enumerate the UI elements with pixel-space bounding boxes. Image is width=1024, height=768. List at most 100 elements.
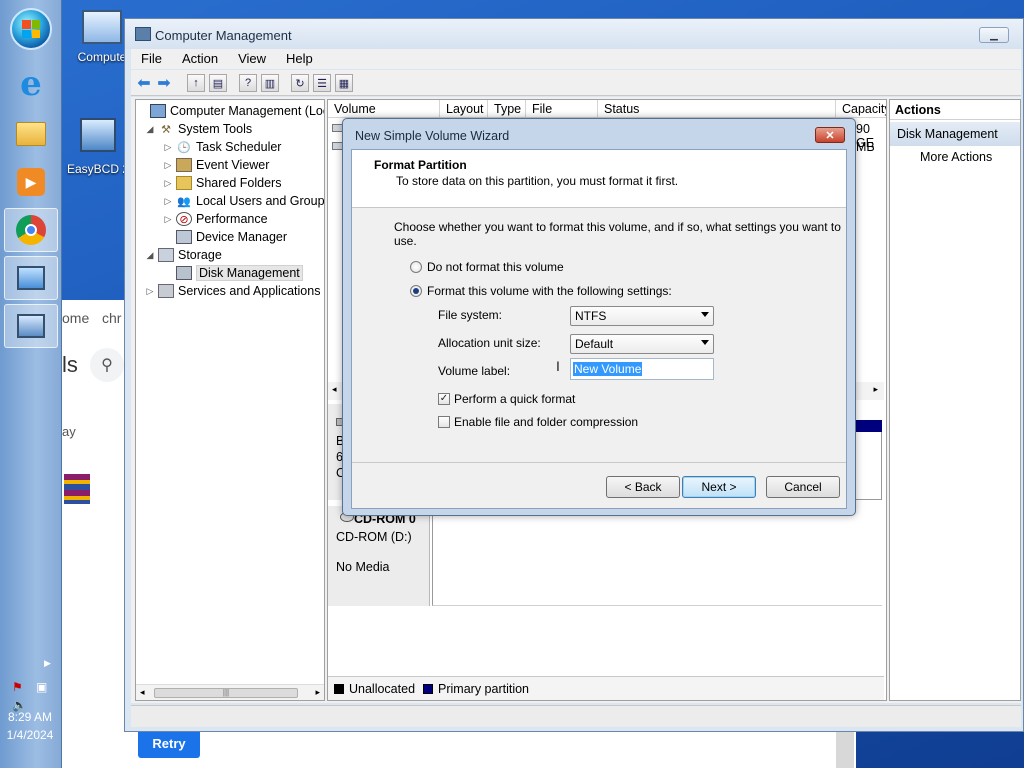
- column-header-capacity[interactable]: Capacity: [836, 100, 886, 118]
- scroll-left-icon[interactable]: ◂: [332, 384, 337, 395]
- taskbar-easybcd-button[interactable]: [4, 256, 58, 300]
- new-simple-volume-wizard: New Simple Volume Wizard ✕ Format Partit…: [342, 118, 856, 516]
- forward-arrow-icon[interactable]: ➡: [155, 74, 173, 92]
- clock-time[interactable]: 8:29 AM: [0, 710, 60, 724]
- tools-icon: ⚒: [161, 123, 171, 136]
- browser-scrollbar[interactable]: [836, 730, 854, 768]
- start-button[interactable]: [10, 8, 52, 50]
- tree-item-label: Local Users and Groups: [196, 194, 325, 208]
- checkbox-checked[interactable]: ✓: [438, 393, 450, 405]
- file-system-select[interactable]: NTFS: [570, 306, 714, 326]
- quick-format-checkbox-row[interactable]: ✓ Perform a quick format: [438, 392, 575, 406]
- column-header-file-system[interactable]: File System: [526, 100, 598, 130]
- refresh-icon[interactable]: ↻: [291, 74, 309, 92]
- network-icon[interactable]: ▣: [36, 680, 47, 694]
- tree-item-computer-management[interactable]: Computer Management (Local: [136, 102, 324, 120]
- collapse-arrow-icon[interactable]: ◢: [144, 250, 156, 261]
- scroll-right-icon[interactable]: ▸: [315, 687, 320, 698]
- tree-item-disk-management[interactable]: Disk Management: [162, 264, 303, 282]
- clock-date[interactable]: 1/4/2024: [0, 728, 60, 742]
- column-header-type[interactable]: Type: [488, 100, 526, 118]
- primary-partition-bar[interactable]: [852, 420, 882, 432]
- menu-file[interactable]: File: [131, 49, 172, 69]
- minimize-button[interactable]: ▁: [979, 27, 1009, 43]
- help-icon[interactable]: ?: [239, 74, 257, 92]
- expand-arrow-icon[interactable]: ▷: [162, 178, 174, 189]
- tree-item-device-manager[interactable]: Device Manager: [162, 228, 287, 246]
- computer-management-icon: [17, 314, 45, 338]
- actions-section-disk-management[interactable]: Disk Management: [890, 122, 1020, 146]
- tree-item-local-users-groups[interactable]: ▷ 👥 Local Users and Groups: [162, 192, 325, 210]
- menu-action[interactable]: Action: [172, 49, 228, 69]
- compression-checkbox-row[interactable]: Enable file and folder compression: [438, 415, 638, 429]
- taskbar-explorer-button[interactable]: [4, 112, 58, 156]
- checkbox-unchecked[interactable]: [438, 416, 450, 428]
- menu-view[interactable]: View: [228, 49, 276, 69]
- disk-partition-area[interactable]: [852, 432, 882, 500]
- menu-bar: File Action View Help: [131, 49, 1021, 69]
- tree-item-shared-folders[interactable]: ▷ Shared Folders: [162, 174, 281, 192]
- scrollbar-thumb[interactable]: |||: [154, 688, 298, 698]
- show-hide-action-pane-icon[interactable]: ▥: [261, 74, 279, 92]
- tree-item-services-applications[interactable]: ▷ Services and Applications: [144, 282, 320, 300]
- radio-button[interactable]: [410, 261, 422, 273]
- browser-text-fragment: ay: [62, 424, 76, 439]
- tree-item-task-scheduler[interactable]: ▷ 🕒 Task Scheduler: [162, 138, 282, 156]
- tree-item-storage[interactable]: ◢ Storage: [144, 246, 222, 264]
- radio-button-selected[interactable]: [410, 285, 422, 297]
- taskbar-computer-management-button[interactable]: [4, 304, 58, 348]
- tree-item-system-tools[interactable]: ◢ ⚒ System Tools: [144, 120, 253, 138]
- retry-button[interactable]: Retry: [138, 728, 200, 758]
- tree-item-event-viewer[interactable]: ▷ Event Viewer: [162, 156, 269, 174]
- column-header-status[interactable]: Status: [598, 100, 836, 118]
- collapse-arrow-icon[interactable]: ◢: [144, 124, 156, 135]
- search-icon[interactable]: ⚲: [90, 348, 124, 382]
- tree-item-label: Storage: [178, 248, 222, 262]
- cdrom-label-box[interactable]: CD-ROM 0 CD-ROM (D:) No Media: [328, 506, 430, 606]
- back-arrow-icon[interactable]: ⬅: [135, 74, 153, 92]
- back-button[interactable]: < Back: [606, 476, 680, 498]
- next-button[interactable]: Next >: [682, 476, 756, 498]
- expand-arrow-icon[interactable]: ▷: [162, 214, 174, 225]
- expand-arrow-icon[interactable]: ▷: [144, 286, 156, 297]
- show-hidden-icons-icon[interactable]: ▶: [44, 658, 51, 669]
- volume-label-input[interactable]: New Volume: [570, 358, 714, 380]
- more-actions-link[interactable]: More Actions: [920, 150, 992, 164]
- column-header-volume[interactable]: Volume: [328, 100, 440, 118]
- radio-do-not-format[interactable]: Do not format this volume: [410, 260, 564, 274]
- cancel-button[interactable]: Cancel: [766, 476, 840, 498]
- storage-icon: [158, 248, 174, 262]
- scroll-left-icon[interactable]: ◂: [140, 687, 145, 698]
- taskbar-ie-button[interactable]: e: [4, 62, 58, 106]
- expand-arrow-icon[interactable]: ▷: [162, 142, 174, 153]
- tree-item-label: Services and Applications: [178, 284, 321, 298]
- radio-format-volume[interactable]: Format this volume with the following se…: [410, 284, 672, 298]
- column-header-layout[interactable]: Layout: [440, 100, 488, 118]
- scroll-right-icon[interactable]: ▸: [873, 384, 878, 395]
- up-folder-icon[interactable]: ↑: [187, 74, 205, 92]
- window-titlebar[interactable]: Computer Management ▁: [125, 19, 1023, 49]
- taskbar-media-player-button[interactable]: ▶: [4, 160, 58, 204]
- tree-item-performance[interactable]: ▷ ⊘ Performance: [162, 210, 268, 228]
- checkbox-label: Enable file and folder compression: [454, 415, 639, 429]
- disk-list-icon[interactable]: ▦: [335, 74, 353, 92]
- internet-explorer-icon: e: [20, 64, 42, 104]
- desktop-icon-computer[interactable]: Compute: [72, 10, 132, 64]
- windows-logo-icon: [22, 20, 40, 38]
- tree-horizontal-scrollbar[interactable]: ◂ ||| ▸: [136, 684, 324, 700]
- close-button[interactable]: ✕: [815, 127, 845, 143]
- services-icon: [158, 284, 174, 298]
- expand-arrow-icon[interactable]: ▷: [162, 160, 174, 171]
- file-system-value: NTFS: [575, 309, 607, 323]
- action-center-icon[interactable]: ⚑: [12, 680, 23, 694]
- desktop-icon-easybcd[interactable]: EasyBCD 2: [66, 118, 130, 176]
- properties-icon[interactable]: ☰: [313, 74, 331, 92]
- taskbar-chrome-button[interactable]: [4, 208, 58, 252]
- media-player-icon: ▶: [17, 168, 45, 196]
- cdrom-partition-area[interactable]: [432, 506, 882, 606]
- show-hide-tree-icon[interactable]: ▤: [209, 74, 227, 92]
- expand-arrow-icon[interactable]: ▷: [162, 196, 174, 207]
- menu-help[interactable]: Help: [276, 49, 323, 69]
- desktop-icon-label: Compute: [77, 50, 127, 64]
- allocation-unit-select[interactable]: Default: [570, 334, 714, 354]
